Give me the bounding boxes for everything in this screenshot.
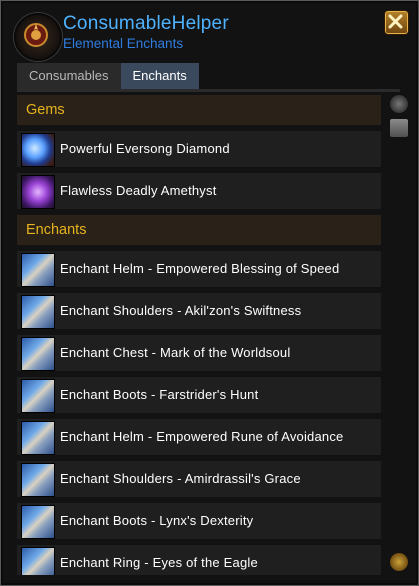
list-item[interactable]: Enchant Shoulders - Akil'zon's Swiftness [17, 293, 381, 329]
enchant-scroll-icon [21, 421, 55, 455]
enchant-scroll-icon [21, 295, 55, 329]
enchant-scroll-icon [21, 337, 55, 371]
scrollbar-thumb[interactable] [389, 118, 409, 138]
addon-window: ConsumableHelper Elemental Enchants Cons… [0, 0, 419, 586]
enchant-scroll-icon [21, 505, 55, 539]
scroll-down-button[interactable] [389, 552, 409, 572]
item-label: Enchant Ring - Eyes of the Eagle [60, 555, 258, 570]
window-subtitle: Elemental Enchants [63, 36, 184, 51]
item-label: Enchant Chest - Mark of the Worldsoul [60, 345, 291, 360]
item-label: Enchant Boots - Lynx's Dexterity [60, 513, 254, 528]
scroll-up-button[interactable] [389, 94, 409, 114]
addon-portrait-icon [14, 13, 62, 61]
item-label: Enchant Helm - Empowered Blessing of Spe… [60, 261, 340, 276]
list-item[interactable]: Flawless Deadly Amethyst [17, 173, 381, 209]
item-label: Enchant Shoulders - Akil'zon's Swiftness [60, 303, 302, 318]
window-header: ConsumableHelper Elemental Enchants [1, 1, 418, 63]
tab-consumables[interactable]: Consumables [17, 63, 121, 89]
amethyst-gem-icon [21, 175, 55, 209]
item-label: Powerful Eversong Diamond [60, 141, 230, 156]
list-item[interactable]: Powerful Eversong Diamond [17, 131, 381, 167]
enchant-scroll-icon [21, 463, 55, 497]
window-title: ConsumableHelper [63, 13, 229, 34]
tab-enchants[interactable]: Enchants [120, 63, 199, 89]
list-item[interactable]: Enchant Boots - Lynx's Dexterity [17, 503, 381, 539]
list-item[interactable]: Enchant Shoulders - Amirdrassil's Grace [17, 461, 381, 497]
close-icon [388, 14, 403, 29]
enchant-scroll-icon [21, 547, 55, 575]
list-item[interactable]: Enchant Helm - Empowered Blessing of Spe… [17, 251, 381, 287]
diamond-gem-icon [21, 133, 55, 167]
list-item[interactable]: Enchant Ring - Eyes of the Eagle [17, 545, 381, 575]
section-header-enchants: Enchants [17, 215, 381, 245]
item-list: Gems Powerful Eversong Diamond Flawless … [17, 95, 381, 575]
item-label: Enchant Boots - Farstrider's Hunt [60, 387, 259, 402]
tab-bar: Consumables Enchants [17, 63, 199, 89]
list-item[interactable]: Enchant Chest - Mark of the Worldsoul [17, 335, 381, 371]
tab-divider [17, 89, 400, 92]
list-item[interactable]: Enchant Boots - Farstrider's Hunt [17, 377, 381, 413]
list-item[interactable]: Enchant Helm - Empowered Rune of Avoidan… [17, 419, 381, 455]
item-label: Enchant Shoulders - Amirdrassil's Grace [60, 471, 301, 486]
item-label: Flawless Deadly Amethyst [60, 183, 217, 198]
close-button[interactable] [384, 10, 409, 35]
enchant-scroll-icon [21, 253, 55, 287]
item-label: Enchant Helm - Empowered Rune of Avoidan… [60, 429, 344, 444]
enchant-scroll-icon [21, 379, 55, 413]
section-header-gems: Gems [17, 95, 381, 125]
